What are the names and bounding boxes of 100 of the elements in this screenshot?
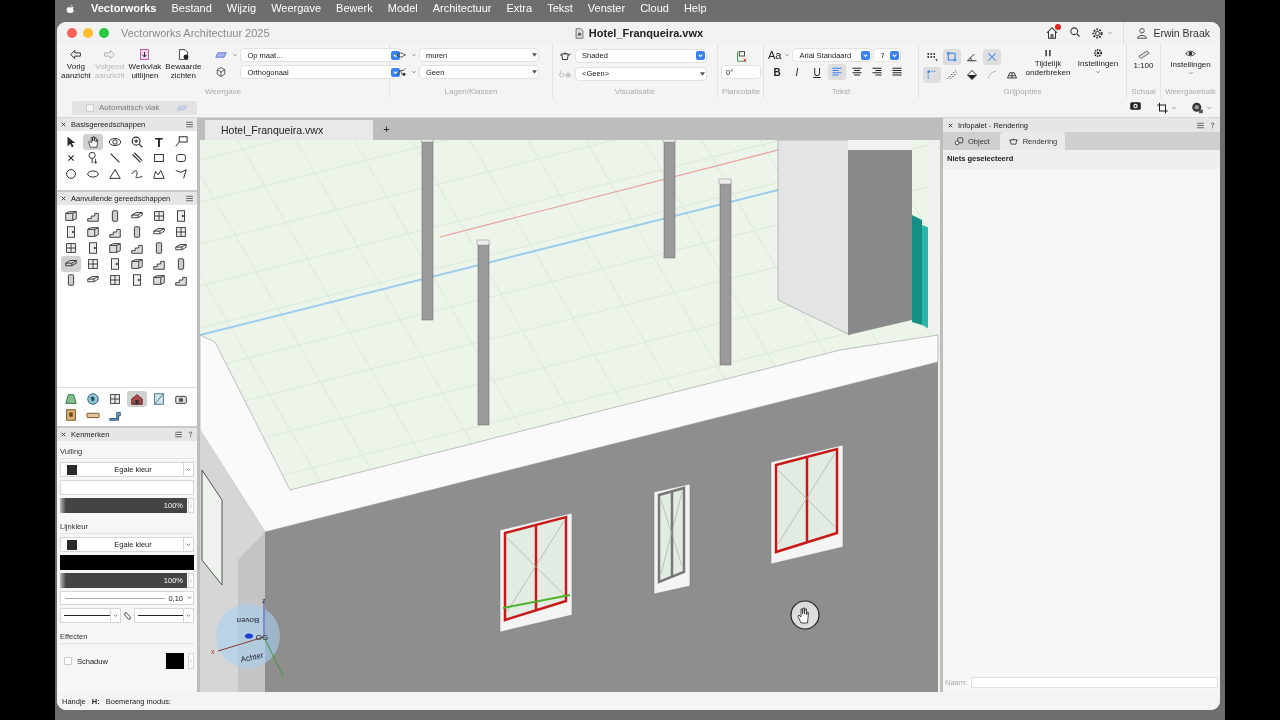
text-size-button[interactable]: Aa: [768, 49, 782, 61]
caret-icon: [784, 52, 791, 58]
menu-item[interactable]: Tekst: [547, 2, 573, 14]
group-label: Weergave: [203, 87, 243, 98]
line-style-dropdown[interactable]: [133, 608, 194, 623]
crop-button[interactable]: [1156, 101, 1177, 114]
orbit-icon: [108, 135, 122, 149]
callout-icon: [174, 135, 188, 149]
menu-icon: [1196, 120, 1205, 130]
caret-icon: [1171, 104, 1177, 111]
menu-item[interactable]: Bewerk: [336, 2, 373, 14]
door-icon: [108, 257, 122, 271]
ellipse-icon: [86, 167, 100, 181]
group-label: Grijpopties: [1002, 87, 1043, 98]
style-button[interactable]: I: [788, 64, 806, 80]
menu-item[interactable]: Vectorworks: [91, 2, 157, 14]
door-icon: [64, 225, 78, 239]
caret-icon: [186, 593, 193, 601]
line-style-dropdown[interactable]: [60, 608, 121, 623]
align-center-icon: [851, 66, 863, 78]
name-field[interactable]: [971, 677, 1218, 688]
view-button[interactable]: Werkvlak uitlijnen: [128, 47, 162, 80]
settings-button[interactable]: Instellingen: [1075, 47, 1121, 75]
fill-color-swatch[interactable]: [60, 480, 194, 495]
home-button[interactable]: [1045, 26, 1060, 40]
close-icon: [60, 121, 67, 128]
rectangle-icon: [152, 151, 166, 165]
menu-item[interactable]: Weergave: [271, 2, 322, 14]
caret-icon: [532, 53, 537, 57]
sphere-icon: [1191, 101, 1204, 114]
menu-item[interactable]: Help: [683, 2, 707, 14]
menu-item[interactable]: Model: [387, 2, 418, 14]
fill-snap-icon: [966, 69, 978, 81]
group-label: Visualisatie: [613, 87, 657, 98]
style-button[interactable]: U: [808, 64, 826, 80]
align-justify-icon: [891, 66, 903, 78]
apple-icon: [65, 2, 76, 14]
menu-item[interactable]: Venster: [587, 2, 626, 14]
window-icon: [108, 273, 122, 287]
grid-snap-icon: [926, 51, 938, 63]
view-cube-label: Achter: [239, 650, 265, 665]
caret-icon: [411, 52, 417, 58]
window-icon: [86, 257, 100, 271]
app-title: Vectorworks Architectuur 2025: [121, 27, 270, 39]
view-button[interactable]: Bewaarde zichten: [165, 47, 202, 80]
group-label: Weergavebalk: [1164, 87, 1217, 98]
menu-item[interactable]: Architectuur: [432, 2, 492, 14]
scale-button[interactable]: 1:100: [1127, 47, 1160, 70]
line-color-swatch[interactable]: [60, 555, 194, 570]
magnifier-icon: [130, 135, 144, 149]
plane-icon: [213, 49, 230, 61]
view-cube-label: Boven: [236, 616, 260, 625]
tool-button[interactable]: [83, 134, 103, 150]
caret-icon: [111, 612, 119, 619]
tool-button[interactable]: T: [149, 134, 169, 150]
rotation-icon: [734, 49, 748, 63]
menu-item[interactable]: Cloud: [640, 2, 669, 14]
close-icon: [60, 431, 67, 438]
layers-icon: [394, 49, 408, 61]
document-tab[interactable]: Hotel_Franqueira.vwx: [205, 120, 374, 140]
eye-icon: [1184, 48, 1197, 59]
classes-icon: [394, 66, 408, 78]
settings-button[interactable]: Instellingen: [1164, 47, 1217, 76]
door-icon: [174, 209, 188, 223]
box-icon: [86, 225, 100, 239]
menu-item[interactable]: Bestand: [171, 2, 212, 14]
box-icon: [152, 273, 166, 287]
close-window-button[interactable]: [67, 28, 77, 38]
chevron-icon: [696, 51, 705, 60]
menu-item[interactable]: Extra: [506, 2, 533, 14]
tool-button[interactable]: [61, 256, 81, 272]
menu-item[interactable]: Wijzig: [226, 2, 257, 14]
menu-icon: [185, 194, 194, 203]
add-tab-button[interactable]: +: [383, 123, 390, 135]
render-button[interactable]: [1191, 101, 1212, 114]
caret-icon: [232, 52, 239, 58]
chevron-icon: [391, 50, 401, 60]
box-icon: [130, 257, 144, 271]
caret-icon: [532, 70, 537, 74]
house-icon: [130, 392, 144, 406]
close-icon: [947, 121, 954, 129]
caret-icon: [1187, 70, 1194, 76]
caret-icon: [411, 69, 417, 75]
terrain-icon: [64, 392, 78, 406]
settings-button[interactable]: [1091, 26, 1114, 40]
link-icon: [122, 609, 132, 622]
forward-arrow-icon: [103, 48, 117, 61]
document-icon: [573, 27, 585, 39]
hand-icon: [86, 135, 100, 149]
shadow-color-swatch[interactable]: [166, 653, 184, 669]
style-button[interactable]: B: [768, 64, 786, 80]
box-icon: [64, 209, 78, 223]
tool-button[interactable]: [127, 391, 147, 407]
view-button[interactable]: Vorig aanzicht: [61, 47, 91, 80]
menu-icon: [185, 120, 194, 129]
box-snap-icon: [946, 51, 958, 63]
window-icon: [174, 225, 188, 239]
rounded-rectangle-icon: [174, 151, 188, 165]
pause-button[interactable]: Tijdelijk onderbreken: [1025, 47, 1071, 77]
door-icon: [130, 273, 144, 287]
